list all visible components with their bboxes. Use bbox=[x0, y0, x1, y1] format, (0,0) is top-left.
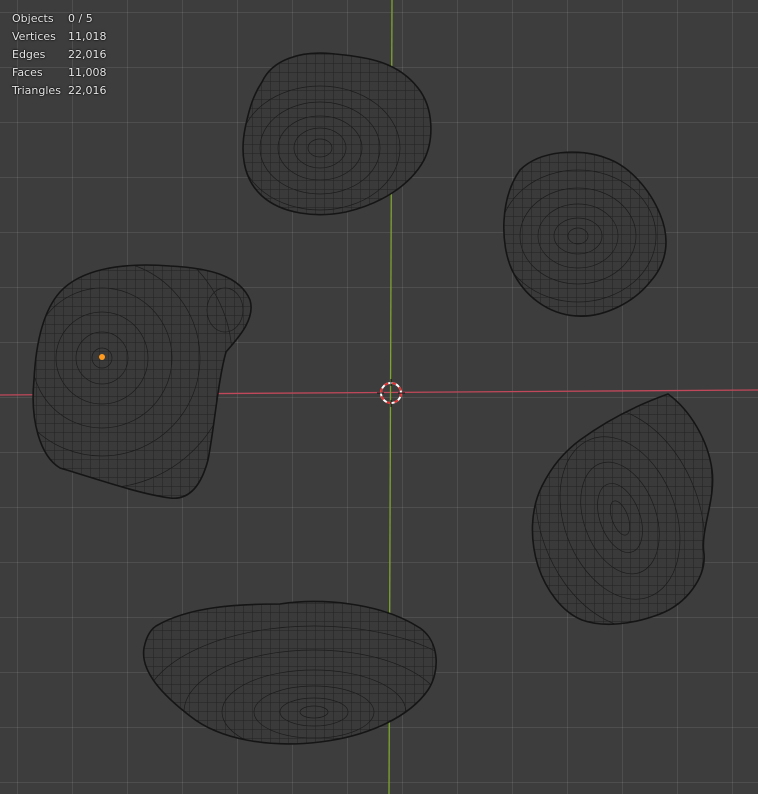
stat-value: 22,016 bbox=[68, 84, 107, 97]
stat-value: 22,016 bbox=[68, 48, 107, 61]
stat-value: 11,018 bbox=[68, 30, 107, 43]
stat-value: 0 / 5 bbox=[68, 12, 93, 25]
rock-top-mesh bbox=[243, 53, 431, 215]
stat-edges: Edges 22,016 bbox=[12, 46, 107, 64]
stat-label: Objects bbox=[12, 12, 54, 25]
object-origin-dot bbox=[99, 354, 105, 360]
rock-left-mesh bbox=[33, 265, 252, 499]
stat-objects: Objects 0 / 5 bbox=[12, 10, 107, 28]
stat-label: Faces bbox=[12, 66, 43, 79]
stat-label: Triangles bbox=[12, 84, 61, 97]
rock-lower-right-mesh bbox=[532, 394, 713, 625]
stat-label: Edges bbox=[12, 48, 46, 61]
viewport-scene bbox=[0, 0, 758, 794]
stat-faces: Faces 11,008 bbox=[12, 64, 107, 82]
stat-triangles: Triangles 22,016 bbox=[12, 82, 107, 100]
rock-upper-right-mesh bbox=[503, 152, 666, 317]
3d-viewport[interactable]: Objects 0 / 5 Vertices 11,018 Edges 22,0… bbox=[0, 0, 758, 794]
scene-statistics-overlay: Objects 0 / 5 Vertices 11,018 Edges 22,0… bbox=[12, 10, 107, 100]
stat-label: Vertices bbox=[12, 30, 56, 43]
stat-value: 11,008 bbox=[68, 66, 107, 79]
stat-vertices: Vertices 11,018 bbox=[12, 28, 107, 46]
rock-bottom-mesh bbox=[143, 601, 437, 744]
